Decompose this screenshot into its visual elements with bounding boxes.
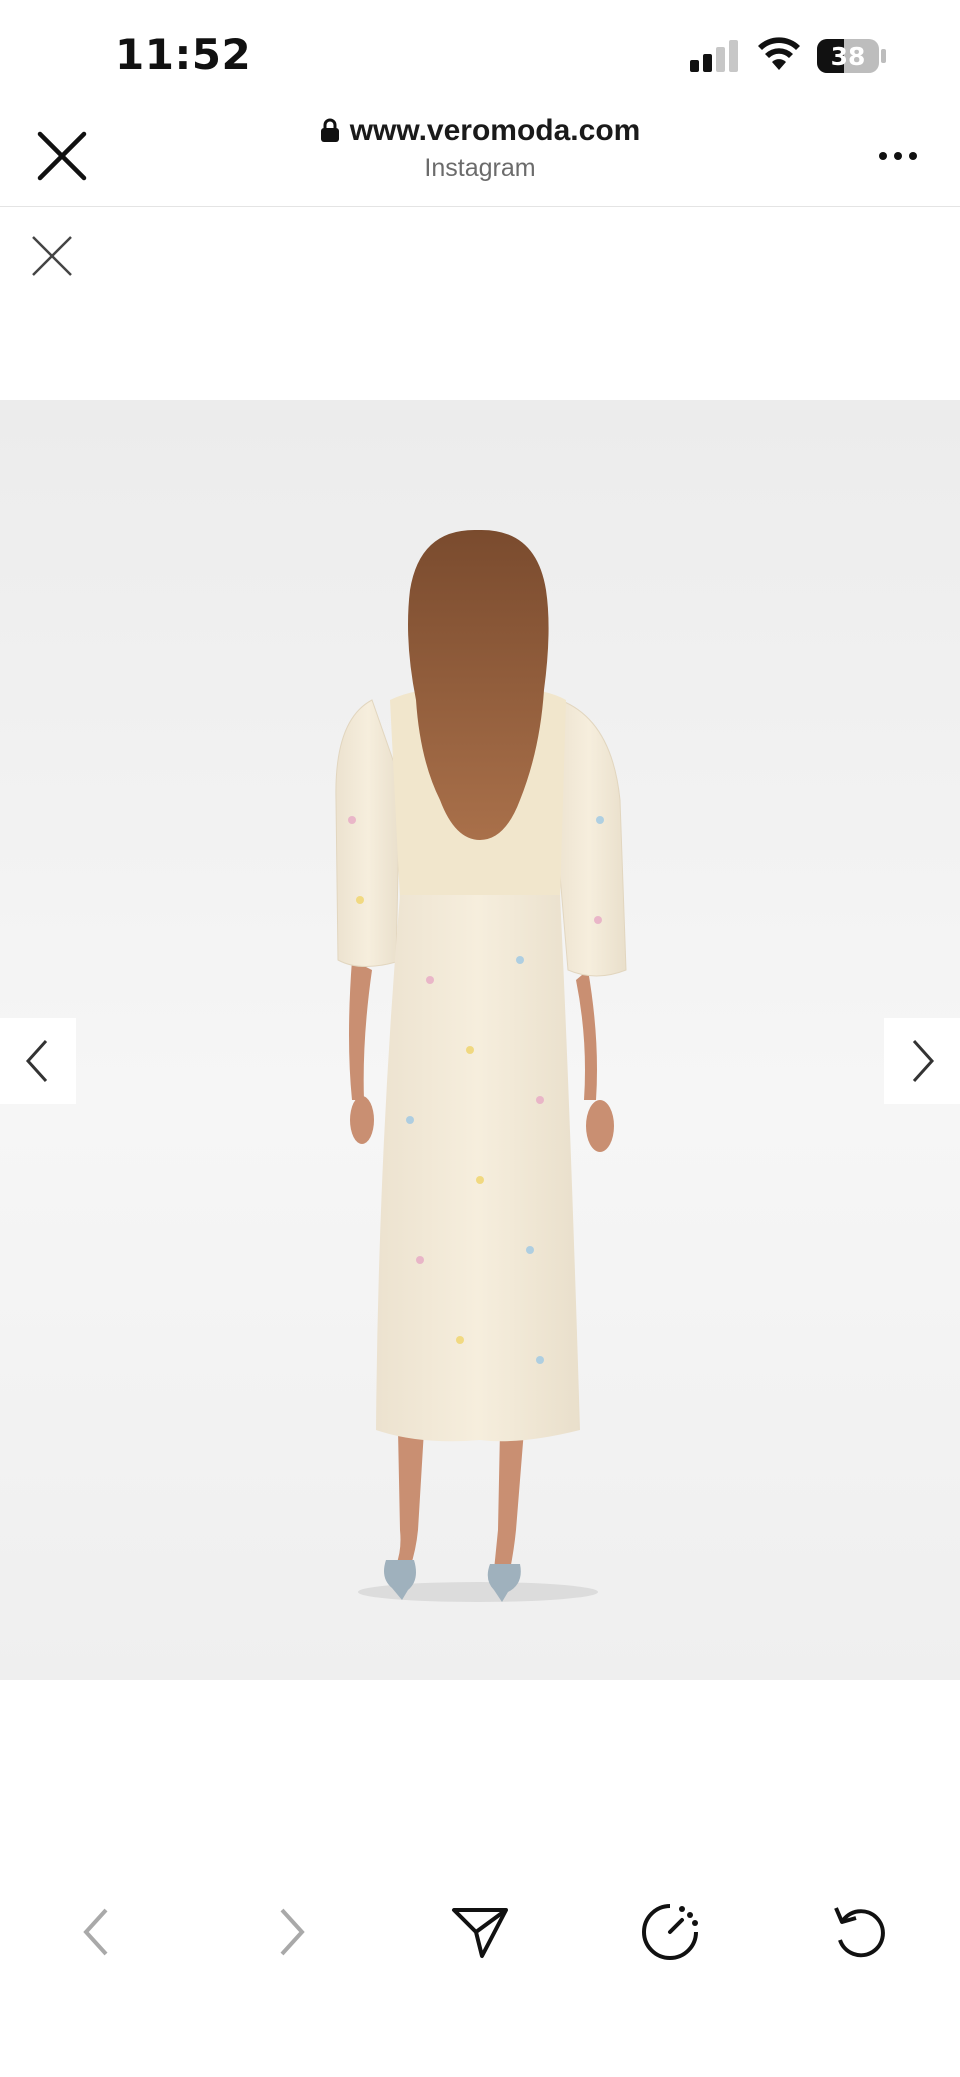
browser-toolbar [0, 1880, 960, 1990]
history-button[interactable] [638, 1900, 702, 1964]
address-area[interactable]: www.veromoda.com Instagram [0, 110, 960, 183]
share-button[interactable] [448, 1900, 512, 1964]
signal-icon [690, 40, 738, 72]
close-icon[interactable] [30, 234, 74, 278]
forward-icon [280, 1908, 305, 1956]
chevron-right-icon [912, 1039, 935, 1083]
battery-icon: 38 [817, 39, 886, 73]
product-image [0, 400, 960, 1680]
chevron-left-icon [25, 1039, 48, 1083]
source-label: Instagram [424, 154, 536, 182]
battery-level: 38 [831, 42, 866, 71]
browser-header: www.veromoda.com Instagram [0, 110, 960, 207]
wifi-icon [758, 37, 800, 70]
back-icon [83, 1908, 108, 1956]
back-button[interactable] [66, 1900, 130, 1964]
forward-button[interactable] [258, 1900, 322, 1964]
status-bar: 11:52 38 [0, 0, 960, 110]
page-url: www.veromoda.com [349, 114, 641, 147]
lock-icon [320, 118, 339, 142]
history-icon [642, 1904, 698, 1960]
previous-image-button[interactable] [0, 1018, 76, 1104]
share-icon [452, 1908, 508, 1958]
reload-button[interactable] [828, 1900, 892, 1964]
status-time: 11:52 [115, 30, 252, 79]
dress-illustration [335, 529, 627, 1602]
reload-icon [834, 1907, 885, 1958]
next-image-button[interactable] [884, 1018, 960, 1104]
more-icon[interactable] [878, 150, 918, 162]
